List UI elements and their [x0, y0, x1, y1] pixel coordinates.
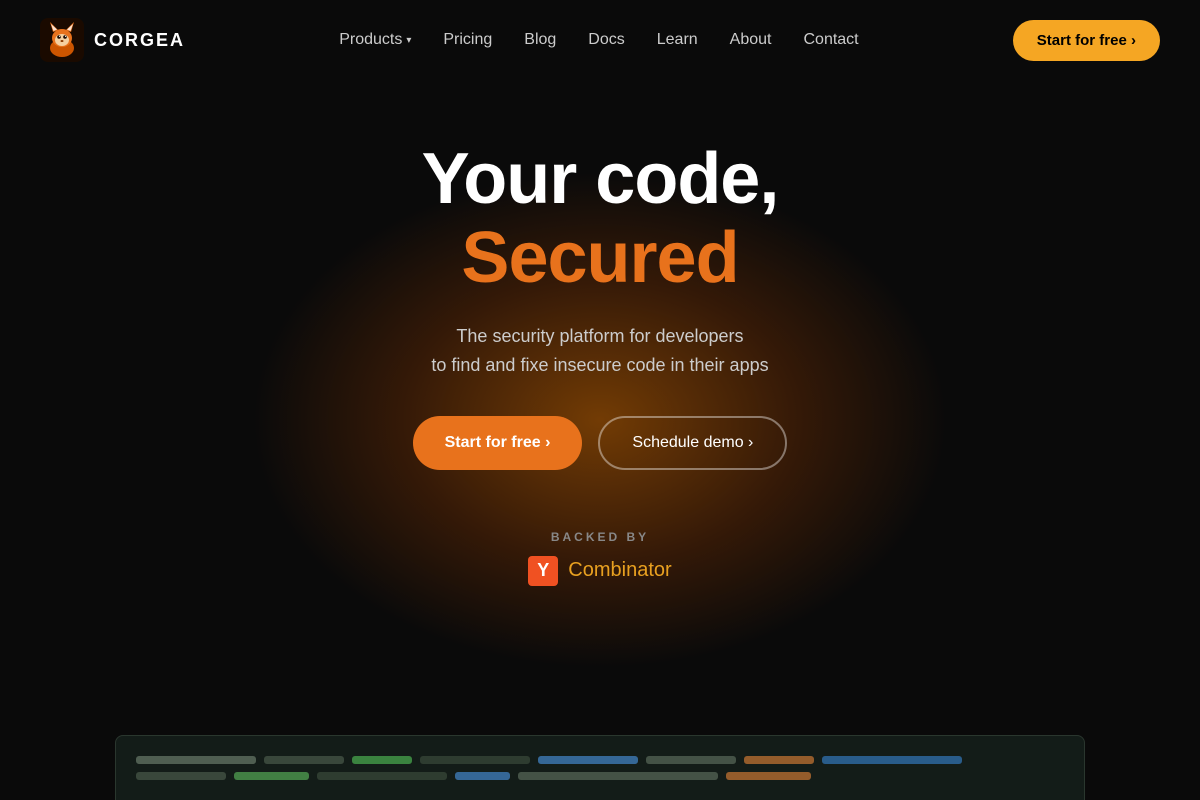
- nav-about[interactable]: About: [730, 31, 772, 48]
- code-seg: [317, 772, 447, 780]
- nav-blog[interactable]: Blog: [524, 31, 556, 48]
- backed-by-label: BACKED BY: [551, 530, 649, 544]
- code-preview: [115, 735, 1085, 800]
- logo-icon: [40, 18, 84, 62]
- nav-learn[interactable]: Learn: [657, 31, 698, 48]
- yc-logo: Y: [528, 556, 558, 586]
- code-seg: [538, 756, 638, 764]
- yc-name: Combinator: [568, 559, 671, 582]
- code-seg: [420, 756, 530, 764]
- code-line-1: [136, 756, 1064, 764]
- hero-content: Your code, Secured The security platform…: [413, 140, 788, 470]
- backed-by-section: BACKED BY Y Combinator: [0, 530, 1200, 586]
- hero-subtitle: The security platform for developers to …: [413, 322, 788, 380]
- chevron-down-icon: ▾: [406, 35, 411, 46]
- yc-badge: Y Combinator: [528, 556, 671, 586]
- brand-name: CORGEA: [94, 30, 185, 51]
- logo[interactable]: CORGEA: [40, 18, 185, 62]
- code-line-2: [136, 772, 1064, 780]
- code-seg: [646, 756, 736, 764]
- nav-pricing[interactable]: Pricing: [443, 31, 492, 48]
- navbar: CORGEA Products ▾ Pricing Blog Docs Lear…: [0, 0, 1200, 80]
- code-seg: [455, 772, 510, 780]
- nav-cta-button[interactable]: Start for free ›: [1013, 20, 1160, 61]
- code-seg: [726, 772, 811, 780]
- code-seg: [136, 772, 226, 780]
- hero-schedule-demo-button[interactable]: Schedule demo ›: [598, 416, 787, 470]
- code-seg: [264, 756, 344, 764]
- nav-products[interactable]: Products ▾: [339, 31, 411, 49]
- hero-section: Your code, Secured The security platform…: [0, 80, 1200, 470]
- code-seg: [744, 756, 814, 764]
- hero-title: Your code, Secured: [413, 140, 788, 298]
- code-seg: [518, 772, 718, 780]
- code-seg: [136, 756, 256, 764]
- code-seg: [822, 756, 962, 764]
- hero-start-free-button[interactable]: Start for free ›: [413, 416, 583, 470]
- hero-buttons: Start for free › Schedule demo ›: [413, 416, 788, 470]
- code-seg: [352, 756, 412, 764]
- hero-title-white: Your code,: [422, 139, 779, 219]
- code-seg: [234, 772, 309, 780]
- hero-title-orange: Secured: [413, 219, 788, 298]
- nav-links: Products ▾ Pricing Blog Docs Learn About…: [339, 31, 858, 49]
- nav-contact[interactable]: Contact: [803, 31, 858, 48]
- nav-docs[interactable]: Docs: [588, 31, 624, 48]
